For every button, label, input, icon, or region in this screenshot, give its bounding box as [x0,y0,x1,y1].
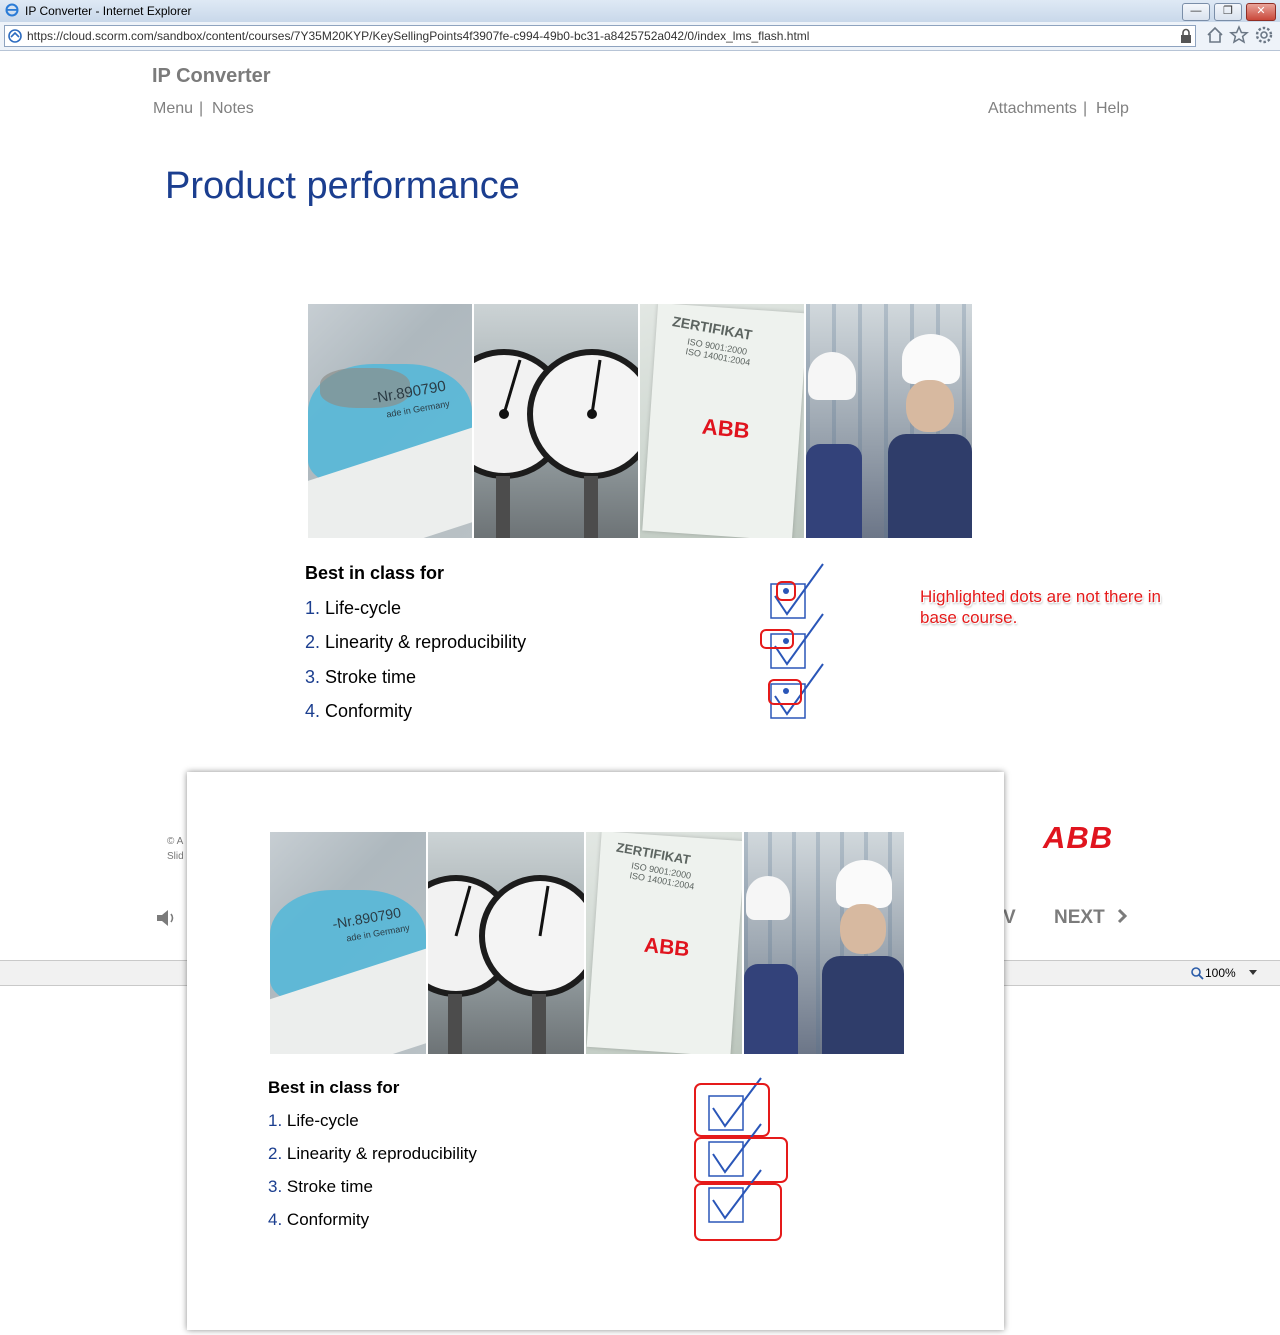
list-heading: Best in class for [268,1078,400,1097]
help-link[interactable]: Help [1096,100,1129,118]
annotation-line: base course. [920,608,1018,627]
restore-button[interactable]: ❐ [1214,3,1242,21]
engineers-photo [806,304,972,538]
notes-link[interactable]: Notes [212,100,254,118]
close-window-button[interactable]: ✕ [1246,3,1276,21]
review-annotation: Highlighted dots are not there in base c… [920,586,1161,628]
checkmark-icon [770,563,824,619]
site-favicon-icon [8,29,22,43]
base-course-screenshot: -Nr.890790 ade in Germany ZERTIFIKAT ISO… [187,772,1004,1330]
checkmark-column [694,1077,788,1241]
nav-separator: | [199,100,204,117]
home-icon[interactable] [1205,25,1225,45]
certificate-photo: ZERTIFIKAT ISO 9001:2000 ISO 14001:2004 … [586,832,742,1054]
photo-strip: -Nr.890790 ade in Germany ZERTIFIKAT ISO… [308,304,974,538]
checkmark-icon [694,1169,782,1241]
pressure-gauges-icon [428,875,584,1054]
minimize-button[interactable]: — [1182,3,1210,21]
gauges-photo [428,832,584,1054]
lock-icon[interactable] [1179,28,1193,44]
internet-explorer-icon [5,3,19,17]
certificate-abb-logo: ABB [642,933,691,962]
course-title: IP Converter [152,65,271,87]
attachments-link[interactable]: Attachments [988,100,1077,118]
list-item: 1. Life-cycle [305,598,402,618]
checkmark-icon [694,1123,788,1183]
prev-button-fragment[interactable]: V [1003,907,1016,929]
transmitter-photo: -Nr.890790 ade in Germany [308,304,472,538]
transmitter-photo: -Nr.890790 ade in Germany [270,832,426,1054]
list-item: 4. Conformity [305,701,413,721]
next-label: NEXT [1054,907,1105,928]
checkmark-icon [760,613,824,669]
nav-separator: | [1083,100,1088,117]
url-text: https://cloud.scorm.com/sandbox/content/… [27,29,810,43]
list-item: 3. Stroke time [268,1177,373,1196]
zoom-level[interactable]: 100% [1205,966,1236,980]
url-field[interactable]: https://cloud.scorm.com/sandbox/content/… [4,25,1196,47]
abb-logo: ABB [1043,820,1114,855]
zoom-dropdown-arrow-icon[interactable] [1248,970,1258,976]
photo-strip: -Nr.890790 ade in Germany ZERTIFIKAT ISO… [270,832,904,1054]
list-item: 4. Conformity [268,1210,370,1229]
favorites-star-icon[interactable] [1229,25,1249,45]
menu-link[interactable]: Menu [153,100,193,118]
checkmark-column [760,563,824,719]
window-titlebar: IP Converter - Internet Explorer — ❐ ✕ [0,0,1280,22]
zoom-magnifier-icon[interactable] [1190,966,1204,980]
slide-title: Product performance [165,165,520,207]
annotation-line: Highlighted dots are not there in [920,587,1161,606]
gauges-photo [474,304,638,538]
certificate-abb-logo: ABB [700,413,751,444]
settings-gear-icon[interactable] [1254,25,1274,45]
certificate-photo: ZERTIFIKAT ISO 9001:2000 ISO 14001:2004 … [640,304,804,538]
list-heading: Best in class for [305,563,445,583]
window-title: IP Converter - Internet Explorer [25,4,192,18]
engineers-photo [744,832,904,1054]
next-button[interactable]: NEXT [1054,907,1128,929]
volume-speaker-icon[interactable] [155,908,177,928]
copyright-text: © A Slid [167,836,184,862]
address-bar: https://cloud.scorm.com/sandbox/content/… [0,22,1280,51]
list-item: 2. Linearity & reproducibility [305,632,527,652]
checkmark-icon [768,663,824,719]
list-item: 2. Linearity & reproducibility [268,1144,477,1163]
list-item: 1. Life-cycle [268,1111,359,1130]
chevron-right-icon [1117,908,1128,924]
pressure-gauges-icon [474,349,638,538]
list-item: 3. Stroke time [305,667,417,687]
